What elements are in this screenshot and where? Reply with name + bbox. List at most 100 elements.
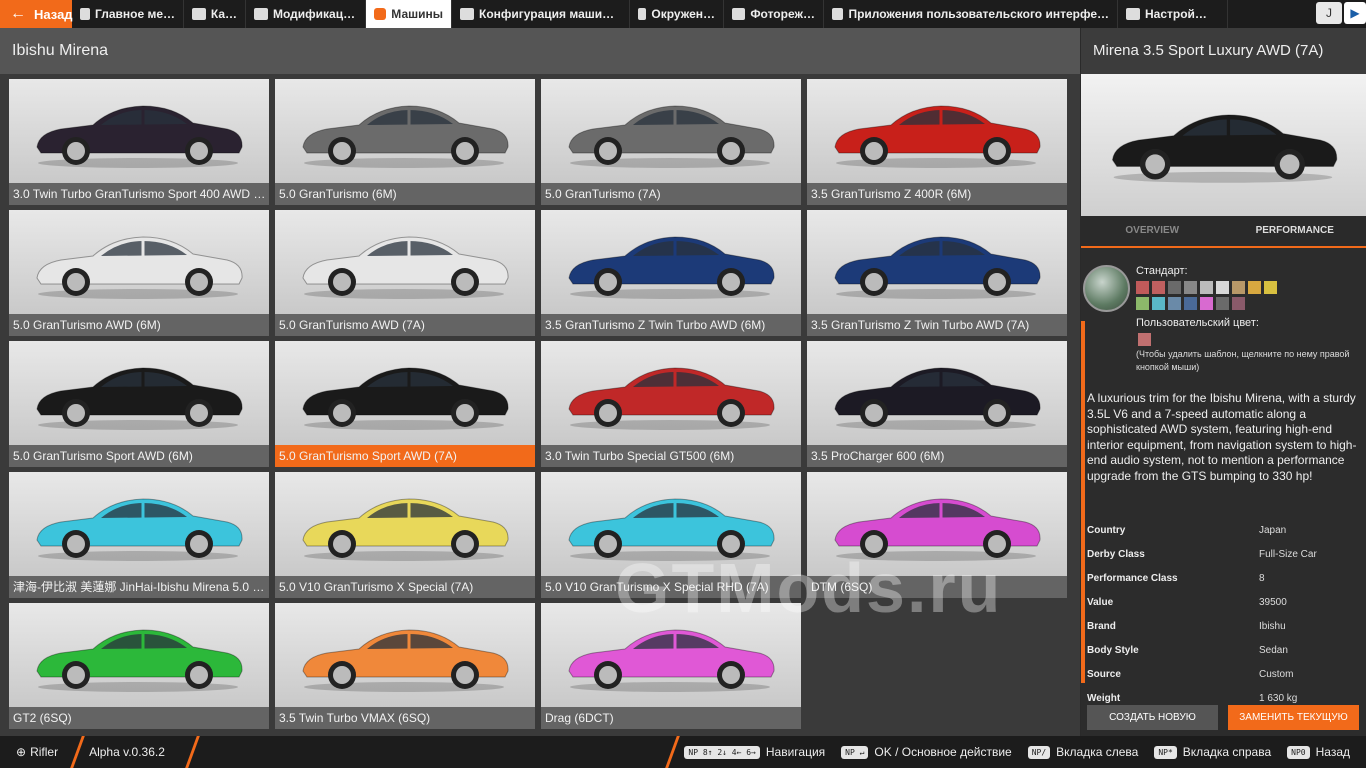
vehicle-card-label: 3.0 Twin Turbo GranTurismo Sport 400 AWD…	[9, 183, 269, 205]
vehicle-card-label: 5.0 GranTurismo AWD (7A)	[275, 314, 535, 336]
vehicle-card[interactable]: GT2 (6SQ)	[9, 603, 269, 729]
vehicle-card[interactable]: 3.5 GranTurismo Z Twin Turbo AWD (7A)	[807, 210, 1067, 336]
tab-performance[interactable]: PERFORMANCE	[1224, 216, 1366, 246]
menu-tabs: Главное ме… Ка… Модификац… Машины Конфигурац…	[72, 0, 1228, 28]
vehicle-card[interactable]: 5.0 GranTurismo AWD (6M)	[9, 210, 269, 336]
vehicle-card[interactable]: 3.5 GranTurismo Z Twin Turbo AWD (6M)	[541, 210, 801, 336]
color-swatch[interactable]	[1184, 297, 1197, 310]
car-image	[568, 236, 775, 299]
replace-current-button[interactable]: ЗАМЕНИТЬ ТЕКУЩУЮ	[1228, 705, 1359, 730]
color-swatch[interactable]	[1168, 297, 1181, 310]
standard-colors-label: Стандарт:	[1136, 265, 1188, 277]
color-swatch[interactable]	[1248, 281, 1261, 294]
vehicle-card[interactable]: 津海-伊比淑 美蓮娜 JinHai-Ibishu Mirena 5.0 G…	[9, 472, 269, 598]
vehicle-card-label: 5.0 GranTurismo AWD (6M)	[9, 314, 269, 336]
back-button[interactable]: ← Назад	[0, 0, 73, 28]
vehicle-card[interactable]: 5.0 V10 GranTurismo X Special RHD (7A)	[541, 472, 801, 598]
color-swatch[interactable]	[1184, 281, 1197, 294]
color-swatch[interactable]	[1216, 297, 1229, 310]
color-swatch[interactable]	[1232, 281, 1245, 294]
vehicle-list-panel: Ibishu Mirena 3.0 Twin Turbo GranTurismo…	[0, 28, 1080, 736]
stat-row: Brand Ibishu	[1081, 614, 1366, 638]
create-new-button[interactable]: СОЗДАТЬ НОВУЮ	[1087, 705, 1218, 730]
vehicle-thumbnail	[275, 341, 535, 445]
car-image	[36, 236, 243, 299]
stat-key: Brand	[1087, 620, 1116, 632]
color-swatch[interactable]	[1136, 297, 1149, 310]
vehicle-card[interactable]: 3.5 Twin Turbo VMAX (6SQ)	[275, 603, 535, 729]
car-image	[834, 105, 1041, 168]
vehicle-card[interactable]: Drag (6DCT)	[541, 603, 801, 729]
vehicle-card[interactable]: 3.5 GranTurismo Z 400R (6M)	[807, 79, 1067, 205]
vehicle-thumbnail	[275, 79, 535, 183]
color-swatch[interactable]	[1232, 297, 1245, 310]
tab-4[interactable]: Конфигурация маши…	[452, 0, 630, 28]
vehicle-card-label: 3.5 GranTurismo Z 400R (6M)	[807, 183, 1067, 205]
stat-value: 1 630 kg	[1259, 692, 1298, 704]
tab-6[interactable]: Фотореж…	[724, 0, 824, 28]
car-image	[302, 105, 509, 168]
grid-icon	[80, 8, 90, 20]
tab-0[interactable]: Главное ме…	[72, 0, 184, 28]
color-swatch[interactable]	[1216, 281, 1229, 294]
tab-label: Машины	[391, 7, 443, 21]
hint-tab-left: NP/Вкладка слева	[1027, 745, 1138, 759]
tab-label: Модификац…	[273, 7, 356, 21]
vehicle-card[interactable]: 5.0 GranTurismo (7A)	[541, 79, 801, 205]
color-swatch[interactable]	[1168, 281, 1181, 294]
stat-row: Country Japan	[1081, 518, 1366, 542]
vehicle-card-label: 5.0 GranTurismo Sport AWD (7A)	[275, 445, 535, 467]
vehicle-card[interactable]: 5.0 V10 GranTurismo X Special (7A)	[275, 472, 535, 598]
arrow-left-icon: ←	[10, 5, 26, 22]
tab-overview[interactable]: OVERVIEW	[1081, 216, 1224, 246]
hint-label: Назад	[1315, 745, 1350, 759]
car-icon	[374, 8, 387, 20]
hint-navigation: NP 8↑ 2↓ 4← 6→ Навигация	[684, 745, 825, 759]
stat-value: Sedan	[1259, 644, 1288, 656]
hint-label: Вкладка справа	[1182, 745, 1272, 759]
tab-8[interactable]: Настрой…	[1118, 0, 1228, 28]
vehicle-thumbnail	[807, 79, 1067, 183]
vehicle-thumbnail	[275, 472, 535, 576]
vehicle-thumbnail	[275, 210, 535, 314]
play-icon[interactable]: ▶	[1344, 2, 1366, 24]
vehicle-card[interactable]: 3.5 ProCharger 600 (6M)	[807, 341, 1067, 467]
color-swatch[interactable]	[1152, 297, 1165, 310]
car-image	[568, 629, 775, 692]
car-image	[834, 498, 1041, 561]
tab-1[interactable]: Ка…	[184, 0, 246, 28]
tab-3[interactable]: Машины	[366, 0, 452, 28]
tab-2[interactable]: Модификац…	[246, 0, 366, 28]
vehicle-card[interactable]: 5.0 GranTurismo Sport AWD (7A)	[275, 341, 535, 467]
standard-color-swatches	[1136, 281, 1286, 310]
username: Rifler	[30, 745, 59, 759]
vehicle-card[interactable]: DTM (6SQ)	[807, 472, 1067, 598]
vehicle-card[interactable]: 3.0 Twin Turbo GranTurismo Sport 400 AWD…	[9, 79, 269, 205]
stat-key: Source	[1087, 668, 1121, 680]
tab-7[interactable]: Приложения пользовательского интерфе…	[824, 0, 1118, 28]
user-info: ⊕ Rifler	[16, 745, 58, 759]
remove-preset-hint: (Чтобы удалить шаблон, щелкните по нему …	[1136, 349, 1350, 372]
vehicle-thumbnail	[9, 210, 269, 314]
top-menu-bar: ← Назад Главное ме… Ка… Модификац… Машины Ко…	[0, 0, 1366, 28]
color-swatch[interactable]	[1200, 281, 1213, 294]
color-swatch[interactable]	[1152, 281, 1165, 294]
stat-key: Performance Class	[1087, 572, 1178, 584]
stat-row: Value 39500	[1081, 590, 1366, 614]
vehicle-card[interactable]: 3.0 Twin Turbo Special GT500 (6M)	[541, 341, 801, 467]
stat-key: Country	[1087, 524, 1126, 536]
vehicle-card[interactable]: 5.0 GranTurismo Sport AWD (6M)	[9, 341, 269, 467]
color-swatch[interactable]	[1264, 281, 1277, 294]
color-swatch[interactable]	[1136, 281, 1149, 294]
custom-color-swatch[interactable]	[1138, 333, 1151, 346]
custom-color-label: Пользовательский цвет:	[1136, 317, 1259, 329]
vehicle-card[interactable]: 5.0 GranTurismo AWD (7A)	[275, 210, 535, 336]
color-swatch[interactable]	[1200, 297, 1213, 310]
stat-value: 8	[1259, 572, 1265, 584]
car-image	[568, 105, 775, 168]
vehicle-card[interactable]: 5.0 GranTurismo (6M)	[275, 79, 535, 205]
key-hint: NP ↵	[841, 745, 869, 759]
tab-label: Ка…	[210, 7, 237, 21]
tab-5[interactable]: Окружен…	[630, 0, 724, 28]
key-hint-button[interactable]: J	[1316, 2, 1342, 24]
